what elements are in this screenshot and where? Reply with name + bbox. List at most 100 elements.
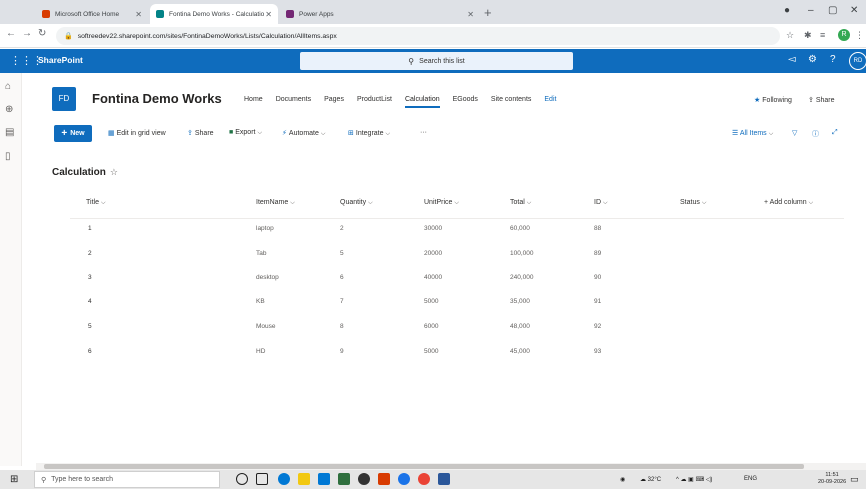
more-commands-button[interactable]: ··· [420,129,427,136]
cell-title[interactable]: 2 [88,250,92,257]
system-tray-icons[interactable]: ^ ☁ ▣ ⌨ ◁) [676,476,712,483]
horizontal-scrollbar[interactable] [36,463,866,470]
mail-icon[interactable] [318,473,330,485]
integrate-button[interactable]: ⊞ Integrate ⌵ [348,129,390,138]
document-icon[interactable]: ▯ [5,151,11,162]
windows-start-icon[interactable]: ⊞ [10,474,18,485]
browser-tab-office[interactable]: Microsoft Office Home ✕ [36,4,148,24]
cell-title[interactable]: 5 [88,323,92,330]
office-icon[interactable] [378,473,390,485]
chevron-down-icon: ⌵ [701,200,707,206]
minimize-icon[interactable]: – [808,5,814,16]
expand-icon[interactable]: ⤢ [832,129,838,137]
nav-pages[interactable]: Pages [324,96,344,108]
info-icon[interactable]: ⓘ [812,129,819,139]
globe-icon[interactable]: ⊕ [5,104,13,115]
reading-list-icon[interactable]: ≡ [820,30,825,40]
filter-icon[interactable]: ▽ [792,129,797,137]
taskbar-clock[interactable]: 11:51 20-09-2026 [818,472,846,486]
cell-title[interactable]: 6 [88,348,92,355]
cell-title[interactable]: 3 [88,274,92,281]
browser-profile-avatar[interactable]: R [838,29,850,41]
task-view-icon[interactable] [256,473,268,485]
browser-tab-powerapps[interactable]: Power Apps ✕ [280,4,480,24]
weather-widget[interactable]: ☁ 32°C [640,476,661,483]
column-label: Total [510,199,525,206]
share-button[interactable]: ⇪ Share [187,129,214,137]
scrollbar-thumb[interactable] [44,464,804,469]
cell-itemname: Tab [256,250,267,257]
column-header-title[interactable]: Title ⌵ [86,199,106,207]
back-icon[interactable]: ← [6,28,16,39]
user-avatar[interactable]: RD [849,52,866,70]
bookmark-star-icon[interactable]: ☆ [786,30,794,41]
browser-tab-calculation[interactable]: Fontina Demo Works - Calculatio ✕ [150,4,278,24]
view-switcher[interactable]: ☰ All Items ⌵ [732,129,773,138]
column-header-unitprice[interactable]: UnitPrice ⌵ [424,199,459,207]
maximize-icon[interactable]: ▢ [828,5,837,16]
gear-icon[interactable]: ⚙ [808,54,817,65]
extensions-icon[interactable]: ✱ [804,30,812,41]
edit-grid-view-button[interactable]: ▦ Edit in grid view [108,129,166,137]
close-icon[interactable]: ✕ [467,10,474,19]
reload-icon[interactable]: ↻ [38,28,46,39]
column-header-total[interactable]: Total ⌵ [510,199,531,207]
integrate-label: Integrate [355,130,384,137]
browser-tab-strip: Microsoft Office Home ✕ Fontina Demo Wor… [0,0,866,24]
export-button[interactable]: ■ Export ⌵ [229,129,262,137]
language-indicator[interactable]: ENG [744,476,757,482]
column-header-itemname[interactable]: ItemName ⌵ [256,199,295,207]
news-icon[interactable]: ▤ [5,127,14,138]
help-icon[interactable]: ? [830,54,836,65]
nav-documents[interactable]: Documents [276,96,311,108]
cell-itemname: laptop [256,225,274,232]
nav-egoods[interactable]: EGoods [453,96,478,108]
site-title[interactable]: Fontina Demo Works [92,91,222,106]
nav-home[interactable]: Home [244,96,263,108]
url-input[interactable]: 🔒 softreedev22.sharepoint.com/sites/Font… [56,27,780,45]
app-icon[interactable] [358,473,370,485]
file-explorer-icon[interactable] [298,473,310,485]
nav-site-contents[interactable]: Site contents [491,96,531,108]
add-column-button[interactable]: + Add column ⌵ [764,199,813,207]
home-icon[interactable]: ⌂ [5,81,11,92]
close-icon[interactable]: ✕ [265,10,272,19]
megaphone-icon[interactable]: ◅ [788,54,796,65]
help-tray-icon[interactable]: ◉ [620,476,625,483]
app-rail: ⌂ ⊕ ▤ ▯ [0,73,22,466]
following-button[interactable]: ★ Following [754,96,792,104]
close-icon[interactable]: ✕ [135,10,142,19]
edge-icon[interactable] [278,473,290,485]
notification-icon[interactable]: ▭ [850,474,859,485]
skype-icon[interactable] [398,473,410,485]
new-item-button[interactable]: + New [54,125,92,142]
list-search-input[interactable]: ⚲ Search this list [300,52,573,70]
nav-productlist[interactable]: ProductList [357,96,392,108]
cell-title[interactable]: 1 [88,225,92,232]
column-header-quantity[interactable]: Quantity ⌵ [340,199,373,207]
automate-button[interactable]: ⚡ Automate ⌵ [282,129,325,138]
cell-unitprice: 5000 [424,298,439,305]
sharepoint-icon [156,10,164,18]
taskbar-search-input[interactable]: ⚲ Type here to search [34,471,220,488]
nav-calculation[interactable]: Calculation [404,96,440,108]
nav-edit[interactable]: Edit [544,96,556,108]
cortana-icon[interactable] [236,473,248,485]
site-share-button[interactable]: ⇪ Share [808,96,835,104]
favorite-star-icon[interactable]: ☆ [110,167,118,177]
new-tab-button[interactable]: + [484,5,492,20]
column-header-status[interactable]: Status ⌵ [680,199,706,207]
sharepoint-brand[interactable]: SharePoint [38,55,83,65]
browser-menu-icon[interactable]: ⋮ [855,30,864,41]
word-icon[interactable] [438,473,450,485]
cell-title[interactable]: 4 [88,298,92,305]
close-window-icon[interactable]: ✕ [850,5,858,16]
forward-icon[interactable]: → [22,28,32,39]
cell-quantity: 2 [340,225,344,232]
chrome-icon[interactable] [418,473,430,485]
site-logo[interactable]: FD [52,87,76,111]
excel-icon: ■ [229,129,234,136]
column-header-id[interactable]: ID ⌵ [594,199,608,207]
app-icon[interactable] [338,473,350,485]
tab-search-icon[interactable]: ● [784,5,790,16]
